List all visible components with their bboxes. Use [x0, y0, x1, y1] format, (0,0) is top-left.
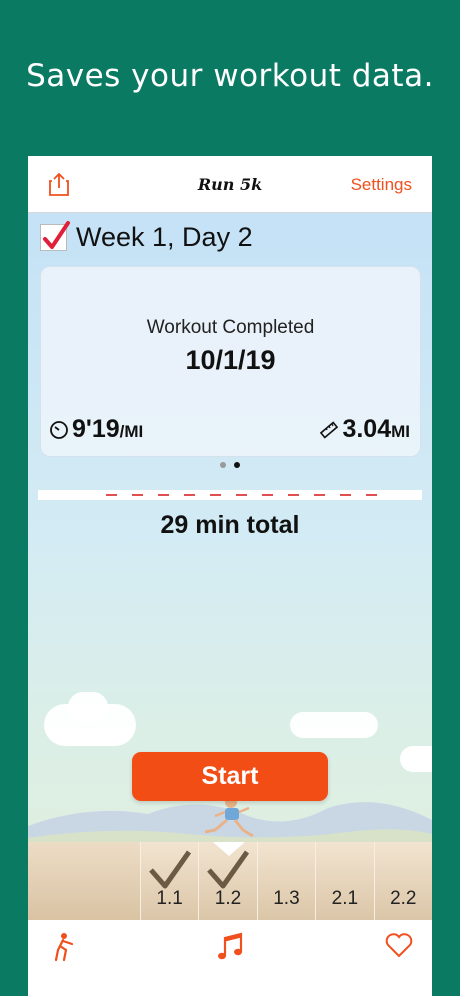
start-button[interactable]: Start	[132, 752, 328, 801]
runner-figure	[204, 796, 254, 838]
week-header: Week 1, Day 2	[40, 220, 253, 252]
segment-tile[interactable]: 2.1	[315, 842, 374, 920]
workout-status: Workout Completed	[146, 317, 315, 338]
pace-unit: /MI	[119, 422, 144, 441]
tile-spacer	[28, 842, 140, 920]
ruler-icon	[320, 420, 339, 439]
pace-stat: 9'19 /MI	[49, 415, 143, 444]
segment-tile[interactable]: 2.2	[373, 842, 432, 920]
cloud-decoration	[290, 712, 378, 738]
interval-marker	[288, 494, 299, 496]
segment-check-icon	[207, 850, 250, 889]
interval-marker	[236, 494, 247, 496]
segment-tile[interactable]: 1.1	[139, 842, 199, 920]
page-indicator[interactable]	[28, 462, 432, 468]
pace-value: 9'19	[72, 415, 120, 443]
stopwatch-icon	[50, 420, 68, 439]
distance-stat: 3.04 MI	[319, 415, 410, 444]
stretch-icon[interactable]	[52, 932, 76, 962]
interval-marker	[132, 494, 143, 496]
page-dot-active	[234, 462, 240, 468]
checkmark-icon	[43, 220, 70, 249]
segment-tile[interactable]: 1.2	[198, 842, 257, 920]
segment-tile[interactable]: 1.3	[256, 842, 316, 920]
interval-marker	[184, 494, 195, 496]
interval-marker	[366, 494, 377, 496]
segment-label: 2.1	[331, 888, 359, 909]
cloud-decoration	[400, 746, 432, 772]
page-dot	[220, 462, 226, 468]
interval-marker	[210, 494, 221, 496]
heart-icon[interactable]	[385, 932, 413, 958]
phone-screen: Run 5k Settings Week 1, Day 2 Workout Co…	[28, 156, 432, 996]
segment-label: 1.1	[156, 888, 183, 909]
workout-summary-card[interactable]: Workout Completed 10/1/19 9'19 /MI 3.04 …	[40, 266, 421, 457]
music-icon[interactable]	[216, 932, 244, 962]
week-title: Week 1, Day 2	[76, 221, 253, 252]
distance-value: 3.04	[342, 415, 392, 443]
interval-marker	[106, 494, 117, 496]
segment-check-icon	[148, 850, 191, 889]
interval-marker	[314, 494, 325, 496]
completed-checkbox[interactable]	[40, 220, 70, 251]
interval-progress-bar	[38, 490, 422, 500]
settings-button[interactable]: Settings	[351, 175, 412, 195]
cloud-decoration	[68, 692, 108, 722]
total-duration: 29 min total	[160, 511, 300, 539]
workout-date: 10/1/19	[185, 345, 276, 375]
segment-label: 1.2	[214, 888, 242, 909]
segment-label: 1.3	[273, 888, 300, 909]
tab-bar	[28, 920, 432, 996]
interval-tiles: 1.1 1.2 1.3 2.1 2.2	[28, 842, 432, 920]
interval-marker	[158, 494, 169, 496]
interval-marker	[340, 494, 351, 496]
distance-unit: MI	[391, 422, 410, 441]
current-segment-pointer	[213, 842, 246, 856]
segment-label: 2.2	[390, 888, 417, 909]
navigation-bar: Run 5k Settings	[28, 156, 432, 213]
interval-marker	[262, 494, 273, 496]
headline: Saves your workout data.	[26, 58, 434, 94]
